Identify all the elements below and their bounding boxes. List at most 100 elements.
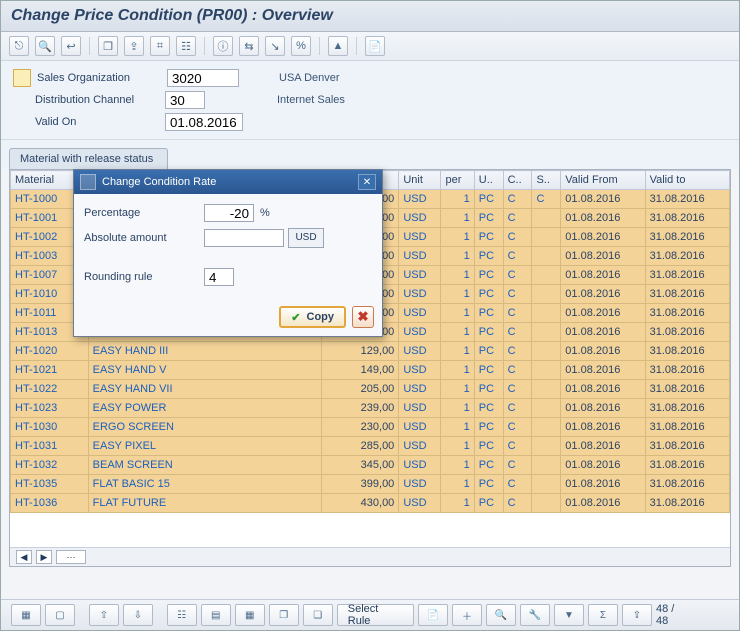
uom-cell[interactable]: PC	[474, 399, 503, 418]
per-cell[interactable]: 1	[441, 456, 474, 475]
amount-cell[interactable]: 230,00	[321, 418, 399, 437]
cal-type-cell[interactable]: C	[503, 494, 532, 513]
column-header[interactable]: Valid to	[645, 171, 729, 190]
description-cell[interactable]: ERGO SCREEN	[88, 418, 321, 437]
currency-display[interactable]: USD	[288, 228, 324, 248]
sort-desc-button[interactable]: ⇩	[123, 604, 153, 626]
toolbar-chart-icon[interactable]: ▲	[328, 36, 348, 56]
valid-from-cell[interactable]: 01.08.2016	[561, 247, 645, 266]
material-cell[interactable]: HT-1022	[11, 380, 89, 399]
cal-type-cell[interactable]: C	[503, 228, 532, 247]
export-button[interactable]: ⇪	[622, 604, 652, 626]
cal-type-cell[interactable]: C	[503, 190, 532, 209]
material-cell[interactable]: HT-1021	[11, 361, 89, 380]
unit-cell[interactable]: USD	[399, 247, 441, 266]
table-row[interactable]: HT-1031EASY PIXEL285,00USD1PCC01.08.2016…	[11, 437, 730, 456]
scale-cell[interactable]: C	[532, 190, 561, 209]
valid-to-cell[interactable]: 31.08.2016	[645, 342, 729, 361]
absolute-amount-input[interactable]	[204, 229, 284, 247]
column-header[interactable]: S..	[532, 171, 561, 190]
uom-cell[interactable]: PC	[474, 494, 503, 513]
valid-to-cell[interactable]: 31.08.2016	[645, 494, 729, 513]
scroll-left-icon[interactable]: ◀	[16, 550, 32, 564]
uom-cell[interactable]: PC	[474, 247, 503, 266]
description-cell[interactable]: EASY HAND III	[88, 342, 321, 361]
valid-on-input[interactable]	[165, 113, 243, 131]
valid-to-cell[interactable]: 31.08.2016	[645, 380, 729, 399]
unit-cell[interactable]: USD	[399, 399, 441, 418]
amount-cell[interactable]: 149,00	[321, 361, 399, 380]
uom-cell[interactable]: PC	[474, 323, 503, 342]
scroll-right-icon[interactable]: ▶	[36, 550, 52, 564]
doc-button[interactable]: 📄	[418, 604, 448, 626]
per-cell[interactable]: 1	[441, 380, 474, 399]
scale-cell[interactable]	[532, 399, 561, 418]
valid-to-cell[interactable]: 31.08.2016	[645, 228, 729, 247]
per-cell[interactable]: 1	[441, 209, 474, 228]
scale-cell[interactable]	[532, 247, 561, 266]
description-cell[interactable]: EASY POWER	[88, 399, 321, 418]
toolbar-back-icon[interactable]: ⎋	[9, 36, 29, 56]
amount-cell[interactable]: 285,00	[321, 437, 399, 456]
valid-from-cell[interactable]: 01.08.2016	[561, 304, 645, 323]
deselect-all-button[interactable]: ▢	[45, 604, 75, 626]
toolbar-info-icon[interactable]: ⓘ	[213, 36, 233, 56]
sales-org-input[interactable]	[167, 69, 239, 87]
valid-from-cell[interactable]: 01.08.2016	[561, 266, 645, 285]
material-cell[interactable]: HT-1030	[11, 418, 89, 437]
amount-cell[interactable]: 205,00	[321, 380, 399, 399]
per-cell[interactable]: 1	[441, 418, 474, 437]
valid-to-cell[interactable]: 31.08.2016	[645, 399, 729, 418]
material-cell[interactable]: HT-1036	[11, 494, 89, 513]
unit-cell[interactable]: USD	[399, 228, 441, 247]
cal-type-cell[interactable]: C	[503, 380, 532, 399]
column-header[interactable]: Unit	[399, 171, 441, 190]
unit-cell[interactable]: USD	[399, 380, 441, 399]
per-cell[interactable]: 1	[441, 475, 474, 494]
valid-to-cell[interactable]: 31.08.2016	[645, 209, 729, 228]
uom-cell[interactable]: PC	[474, 342, 503, 361]
per-cell[interactable]: 1	[441, 494, 474, 513]
uom-cell[interactable]: PC	[474, 380, 503, 399]
sort-button[interactable]: ▼	[554, 604, 584, 626]
valid-from-cell[interactable]: 01.08.2016	[561, 342, 645, 361]
valid-to-cell[interactable]: 31.08.2016	[645, 437, 729, 456]
unit-cell[interactable]: USD	[399, 437, 441, 456]
uom-cell[interactable]: PC	[474, 418, 503, 437]
toolbar-table-icon[interactable]: ⌗	[150, 36, 170, 56]
valid-from-cell[interactable]: 01.08.2016	[561, 418, 645, 437]
table-row[interactable]: HT-1021EASY HAND V149,00USD1PCC01.08.201…	[11, 361, 730, 380]
unit-cell[interactable]: USD	[399, 418, 441, 437]
sum-button[interactable]: Σ	[588, 604, 618, 626]
uom-cell[interactable]: PC	[474, 209, 503, 228]
dialog-title-bar[interactable]: Change Condition Rate ✕	[74, 170, 382, 194]
valid-to-cell[interactable]: 31.08.2016	[645, 418, 729, 437]
per-cell[interactable]: 1	[441, 190, 474, 209]
description-cell[interactable]: EASY HAND V	[88, 361, 321, 380]
scale-cell[interactable]	[532, 380, 561, 399]
amount-cell[interactable]: 129,00	[321, 342, 399, 361]
material-cell[interactable]: HT-1031	[11, 437, 89, 456]
valid-to-cell[interactable]: 31.08.2016	[645, 456, 729, 475]
toolbar-enter-icon[interactable]: ↩	[61, 36, 81, 56]
description-cell[interactable]: BEAM SCREEN	[88, 456, 321, 475]
new-button[interactable]: ＋	[452, 604, 482, 626]
per-cell[interactable]: 1	[441, 399, 474, 418]
unit-cell[interactable]: USD	[399, 285, 441, 304]
material-cell[interactable]: HT-1023	[11, 399, 89, 418]
scale-cell[interactable]	[532, 304, 561, 323]
unit-cell[interactable]: USD	[399, 494, 441, 513]
valid-from-cell[interactable]: 01.08.2016	[561, 285, 645, 304]
per-cell[interactable]: 1	[441, 285, 474, 304]
toolbar-variant-icon[interactable]: ☷	[176, 36, 196, 56]
amount-cell[interactable]: 399,00	[321, 475, 399, 494]
column-header[interactable]: U..	[474, 171, 503, 190]
valid-from-cell[interactable]: 01.08.2016	[561, 437, 645, 456]
per-cell[interactable]: 1	[441, 323, 474, 342]
uom-cell[interactable]: PC	[474, 456, 503, 475]
valid-to-cell[interactable]: 31.08.2016	[645, 475, 729, 494]
uom-cell[interactable]: PC	[474, 285, 503, 304]
valid-to-cell[interactable]: 31.08.2016	[645, 266, 729, 285]
toolbar-doc-icon[interactable]: 📄	[365, 36, 385, 56]
toolbar-percent-icon[interactable]: %	[291, 36, 311, 56]
